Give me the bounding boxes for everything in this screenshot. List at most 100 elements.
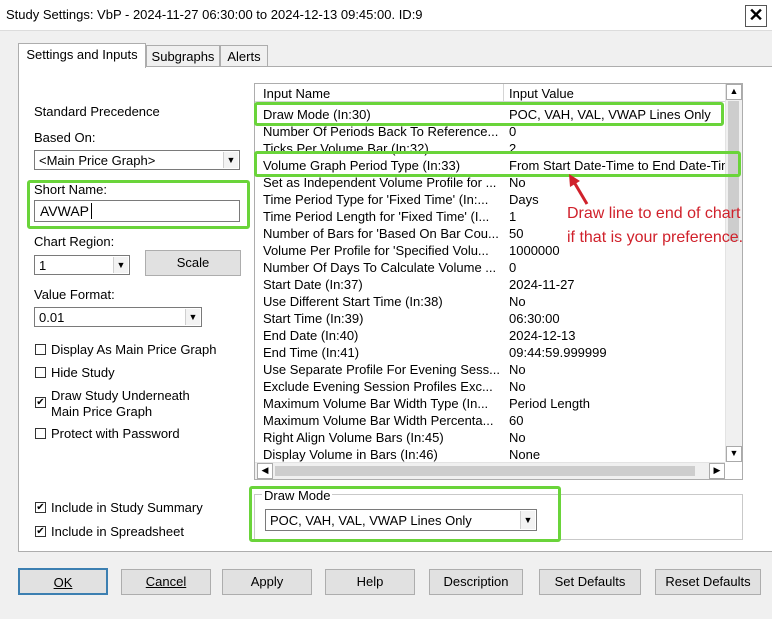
input-name-cell[interactable]: Use Separate Profile For Evening Sess... <box>263 362 501 377</box>
input-value-cell[interactable]: Period Length <box>509 396 725 411</box>
input-value-cell[interactable]: 0 <box>509 124 725 139</box>
include-in-study-summary-checkbox[interactable]: ✔ <box>35 502 46 513</box>
include-in-study-summary-label: Include in Study Summary <box>51 500 203 515</box>
based-on-select[interactable]: <Main Price Graph> ▼ <box>34 150 240 170</box>
ok-button[interactable]: OK <box>18 568 108 595</box>
draw-mode-highlight <box>249 486 561 542</box>
chart-region-label: Chart Region: <box>34 234 115 249</box>
horizontal-scrollbar[interactable]: ◀ ▶ <box>255 462 725 479</box>
apply-button[interactable]: Apply <box>222 569 312 595</box>
input-value-cell[interactable]: 2024-11-27 <box>509 277 725 292</box>
input-value-cell[interactable]: 06:30:00 <box>509 311 725 326</box>
protect-with-password-checkbox[interactable] <box>35 428 46 439</box>
input-name-cell[interactable]: End Time (In:41) <box>263 345 501 360</box>
protect-with-password-label: Protect with Password <box>51 426 180 441</box>
tab-subgraphs[interactable]: Subgraphs <box>146 45 220 68</box>
table-row[interactable]: Use Separate Profile For Evening Sess...… <box>255 361 725 378</box>
col-input-value[interactable]: Input Value <box>509 86 574 101</box>
display-as-main-price-graph-checkbox[interactable] <box>35 344 46 355</box>
input-name-cell[interactable]: Display Volume in Bars (In:46) <box>263 447 501 462</box>
title-bar: Study Settings: VbP - 2024-11-27 06:30:0… <box>0 0 772 31</box>
scroll-down-icon[interactable]: ▼ <box>726 446 742 462</box>
input-value-cell[interactable]: No <box>509 362 725 377</box>
input-value-cell[interactable]: No <box>509 430 725 445</box>
value-format-label: Value Format: <box>34 287 115 302</box>
close-icon[interactable]: ✕ <box>745 5 767 27</box>
input-value-cell[interactable]: 60 <box>509 413 725 428</box>
reset-defaults-button[interactable]: Reset Defaults <box>655 569 761 595</box>
scroll-left-icon[interactable]: ◀ <box>257 463 273 479</box>
input-name-cell[interactable]: Time Period Type for 'Fixed Time' (In:..… <box>263 192 501 207</box>
input-value-cell[interactable]: None <box>509 447 725 462</box>
include-in-spreadsheet-checkbox[interactable]: ✔ <box>35 526 46 537</box>
draw-mode-row-highlight <box>254 102 724 126</box>
input-name-cell[interactable]: End Date (In:40) <box>263 328 501 343</box>
annotation-line-2: if that is your preference. <box>567 229 744 246</box>
input-name-cell[interactable]: Number Of Periods Back To Reference... <box>263 124 501 139</box>
cancel-button[interactable]: Cancel <box>121 569 211 595</box>
chevron-down-icon[interactable]: ▼ <box>223 152 238 168</box>
based-on-value: <Main Price Graph> <box>39 153 156 168</box>
based-on-label: Based On: <box>34 130 96 145</box>
table-row[interactable]: Use Different Start Time (In:38) No <box>255 293 725 310</box>
help-button[interactable]: Help <box>325 569 415 595</box>
input-name-cell[interactable]: Maximum Volume Bar Width Type (In... <box>263 396 501 411</box>
set-defaults-button[interactable]: Set Defaults <box>539 569 641 595</box>
scale-button[interactable]: Scale <box>145 250 241 276</box>
input-value-cell[interactable]: 2024-12-13 <box>509 328 725 343</box>
input-name-cell[interactable]: Number Of Days To Calculate Volume ... <box>263 260 501 275</box>
input-name-cell[interactable]: Start Time (In:39) <box>263 311 501 326</box>
inputs-grid[interactable]: Input Name Input Value Draw Mode (In:30)… <box>254 83 743 480</box>
input-name-cell[interactable]: Number of Bars for 'Based On Bar Cou... <box>263 226 501 241</box>
table-row[interactable]: End Time (In:41) 09:44:59.999999 <box>255 344 725 361</box>
input-name-cell[interactable]: Use Different Start Time (In:38) <box>263 294 501 309</box>
col-input-name[interactable]: Input Name <box>263 86 330 101</box>
window-title: Study Settings: VbP - 2024-11-27 06:30:0… <box>6 7 423 22</box>
input-value-cell[interactable]: No <box>509 175 725 190</box>
scroll-right-icon[interactable]: ▶ <box>709 463 725 479</box>
include-in-spreadsheet-label: Include in Spreadsheet <box>51 524 184 539</box>
tab-settings-and-inputs[interactable]: Settings and Inputs <box>18 43 146 68</box>
table-row[interactable]: End Date (In:40) 2024-12-13 <box>255 327 725 344</box>
vertical-scrollbar[interactable]: ▲ ▼ <box>725 84 742 462</box>
input-name-cell[interactable]: Start Date (In:37) <box>263 277 501 292</box>
input-value-cell[interactable]: No <box>509 379 725 394</box>
hide-study-label: Hide Study <box>51 365 115 380</box>
input-name-cell[interactable]: Set as Independent Volume Profile for ..… <box>263 175 501 190</box>
input-value-cell[interactable]: 0 <box>509 260 725 275</box>
input-name-cell[interactable]: Exclude Evening Session Profiles Exc... <box>263 379 501 394</box>
value-format-value: 0.01 <box>39 310 65 325</box>
value-format-select[interactable]: 0.01 ▼ <box>34 307 202 327</box>
input-name-cell[interactable]: Volume Per Profile for 'Specified Volu..… <box>263 243 501 258</box>
column-divider[interactable] <box>503 84 504 101</box>
volume-graph-period-type-highlight <box>254 151 741 177</box>
table-row[interactable]: Maximum Volume Bar Width Type (In... Peri… <box>255 395 725 412</box>
scroll-thumb[interactable] <box>275 466 695 476</box>
scroll-up-icon[interactable]: ▲ <box>726 84 742 100</box>
table-row[interactable]: Maximum Volume Bar Width Percenta... 60 <box>255 412 725 429</box>
table-row[interactable]: Number Of Days To Calculate Volume ... 0 <box>255 259 725 276</box>
chart-region-value: 1 <box>39 258 47 273</box>
hide-study-checkbox[interactable] <box>35 367 46 378</box>
tab-alerts[interactable]: Alerts <box>220 45 268 68</box>
chevron-down-icon[interactable]: ▼ <box>185 309 200 325</box>
input-name-cell[interactable]: Maximum Volume Bar Width Percenta... <box>263 413 501 428</box>
table-row[interactable]: Start Date (In:37) 2024-11-27 <box>255 276 725 293</box>
input-name-cell[interactable]: Time Period Length for 'Fixed Time' (I..… <box>263 209 501 224</box>
draw-study-underneath-label: Draw Study Underneath Main Price Graph <box>51 388 190 419</box>
input-value-cell[interactable]: No <box>509 294 725 309</box>
table-row[interactable]: Right Align Volume Bars (In:45) No <box>255 429 725 446</box>
grid-header: Input Name Input Value <box>255 84 725 102</box>
table-row[interactable]: Start Time (In:39) 06:30:00 <box>255 310 725 327</box>
chevron-down-icon[interactable]: ▼ <box>113 257 128 273</box>
description-button[interactable]: Description <box>429 569 523 595</box>
annotation-line-1: Draw line to end of chart <box>567 205 741 222</box>
draw-study-underneath-checkbox[interactable]: ✔ <box>35 397 46 408</box>
chart-region-select[interactable]: 1 ▼ <box>34 255 130 275</box>
input-name-cell[interactable]: Right Align Volume Bars (In:45) <box>263 430 501 445</box>
short-name-highlight <box>27 180 250 229</box>
input-value-cell[interactable]: 09:44:59.999999 <box>509 345 725 360</box>
table-row[interactable]: Exclude Evening Session Profiles Exc... N… <box>255 378 725 395</box>
display-as-main-price-graph-label: Display As Main Price Graph <box>51 342 217 357</box>
table-row[interactable]: Display Volume in Bars (In:46) None <box>255 446 725 463</box>
